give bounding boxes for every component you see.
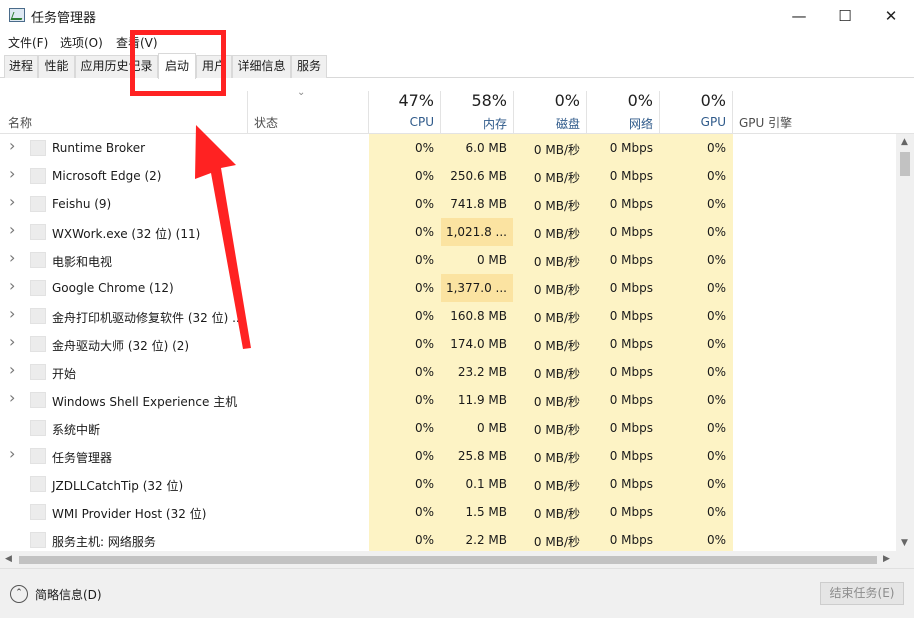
annotation-arrow-icon <box>195 125 251 349</box>
